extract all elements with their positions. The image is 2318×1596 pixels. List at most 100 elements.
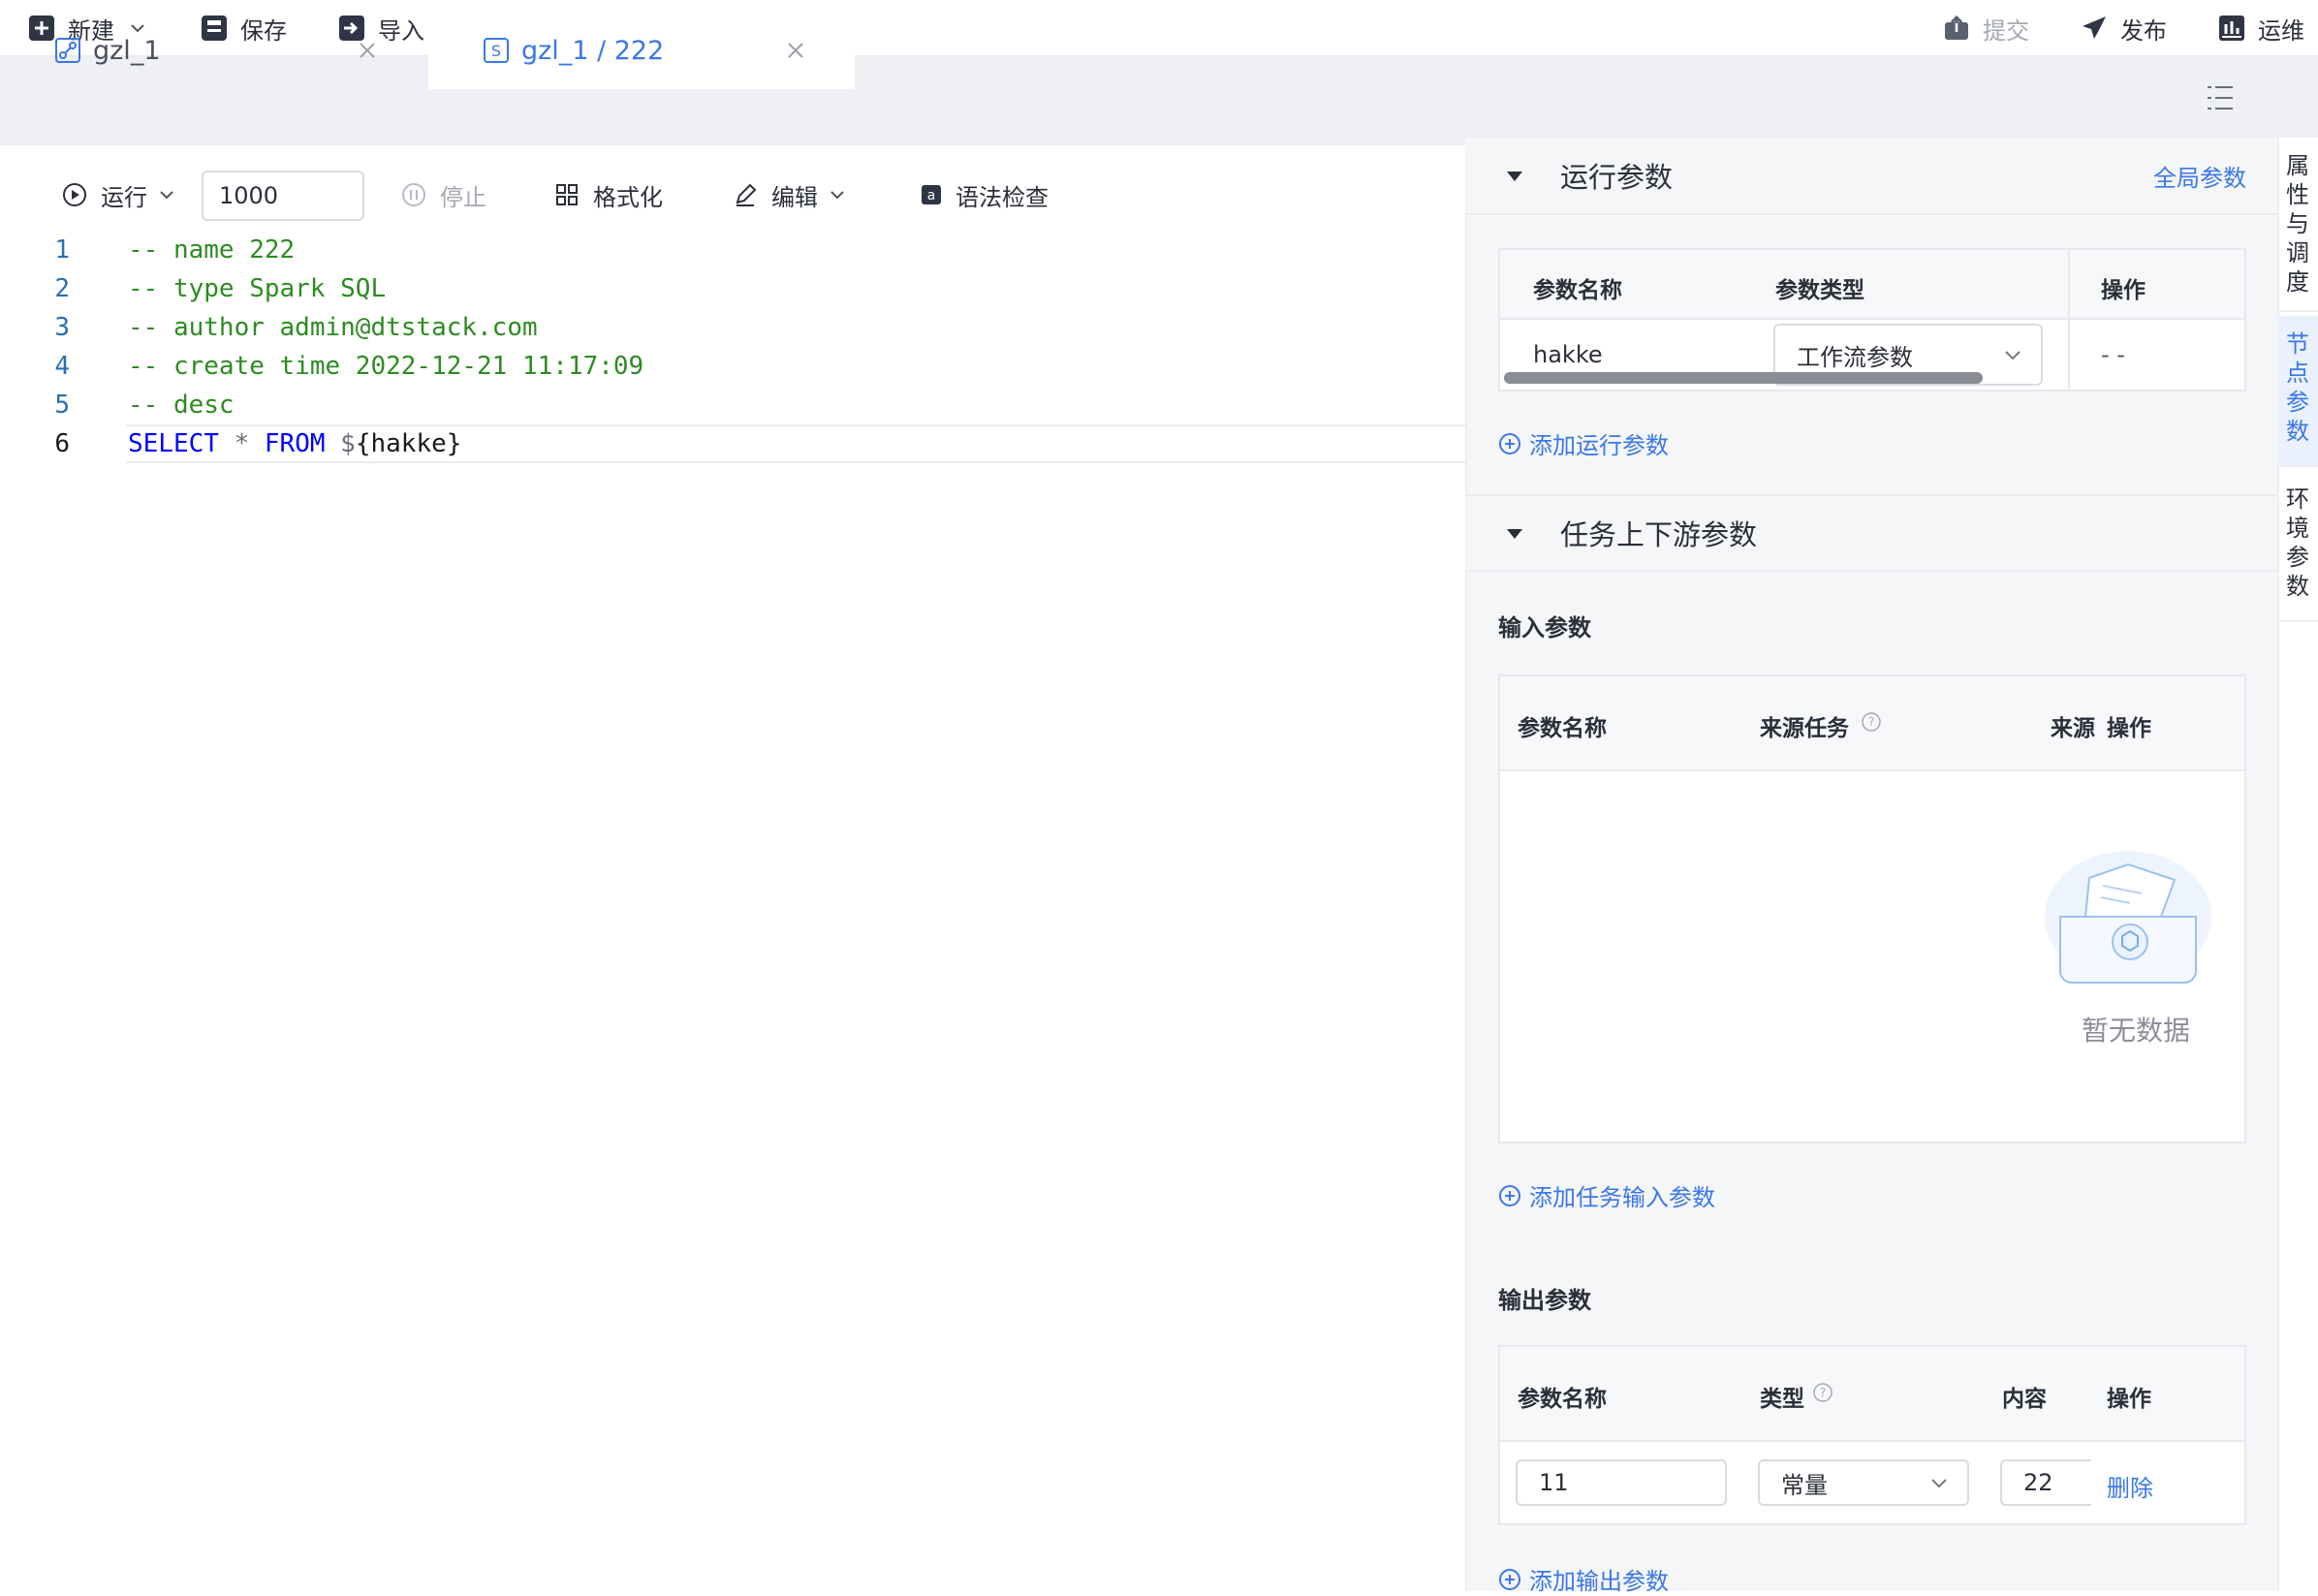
side-tab-label: 属性与调度 — [2286, 152, 2309, 296]
plus-circle-icon — [1499, 1568, 1520, 1590]
output-param-type-value: 常量 — [1781, 1471, 1828, 1499]
pause-circle-icon — [402, 183, 425, 206]
param-type-value: 工作流参数 — [1797, 343, 1913, 371]
output-param-type-select[interactable]: 常量 — [1758, 1459, 1969, 1506]
close-icon[interactable] — [357, 40, 378, 61]
svg-text:?: ? — [1868, 715, 1874, 729]
column-header: 类型 — [1760, 1387, 1804, 1412]
svg-text:S: S — [491, 42, 501, 60]
dashboard-icon — [2217, 14, 2246, 43]
add-input-param-button[interactable]: 添加任务输入参数 — [1498, 1178, 1715, 1212]
output-param-name-input[interactable]: 11 — [1516, 1459, 1727, 1506]
ops-button[interactable]: 运维 — [2217, 0, 2304, 56]
sql-keyword: SELECT — [128, 429, 219, 458]
stop-button[interactable]: 停止 — [401, 171, 486, 219]
syntax-check-icon: a — [922, 185, 941, 204]
close-icon[interactable] — [785, 40, 806, 61]
format-button[interactable]: 格式化 — [554, 171, 663, 219]
chevron-down-icon — [1931, 1479, 1947, 1488]
code-line[interactable]: 6 SELECT * FROM ${hakke} — [0, 424, 1465, 463]
global-params-link[interactable]: 全局参数 — [2153, 159, 2246, 193]
task-params-title: 任务上下游参数 — [1560, 518, 1758, 551]
line-number: 1 — [54, 235, 70, 265]
ops-label: 运维 — [2258, 16, 2304, 45]
code-text: -- type Spark SQL — [128, 274, 387, 303]
submit-button[interactable]: 提交 — [1942, 0, 2029, 56]
column-header: 操作 — [2107, 716, 2151, 741]
stop-label: 停止 — [440, 183, 486, 211]
code-line[interactable]: 3 -- author admin@dtstack.com — [0, 308, 1465, 347]
chevron-down-icon — [160, 191, 173, 200]
input-params-title: 输入参数 — [1498, 614, 1591, 642]
run-params-table: 参数名称 参数类型 操作 hakke 工作流参数 - - — [1498, 248, 2246, 391]
line-number: 3 — [54, 313, 70, 342]
sql-symbol: $ — [325, 429, 356, 458]
caret-down-icon — [1507, 529, 1522, 539]
code-line[interactable]: 4 -- create time 2022-12-21 11:17:09 — [0, 347, 1465, 386]
syntax-check-label: 语法检查 — [955, 183, 1049, 211]
tab-label: gzl_1 — [93, 35, 161, 66]
line-number: 4 — [54, 352, 70, 381]
edit-label: 编辑 — [771, 183, 818, 211]
empty-text: 暂无数据 — [2082, 1015, 2191, 1047]
row-limit-input[interactable]: 1000 — [202, 171, 364, 221]
column-header: 操作 — [2101, 278, 2146, 303]
run-button[interactable]: 运行 — [62, 171, 176, 219]
tab-sql[interactable]: S gzl_1 / 222 — [428, 12, 855, 89]
add-run-param-button[interactable]: 添加运行参数 — [1498, 426, 1669, 460]
edit-button[interactable]: 编辑 — [733, 171, 847, 219]
plus-circle-icon — [1499, 432, 1520, 454]
syntax-check-button[interactable]: a 语法检查 — [921, 171, 1049, 219]
workflow-icon — [55, 38, 80, 63]
run-params-header[interactable]: 运行参数 全局参数 — [1465, 138, 2277, 215]
column-header: 内容 — [2002, 1387, 2047, 1412]
horizontal-scrollbar[interactable] — [1504, 372, 1983, 384]
output-param-name-value: 11 — [1539, 1469, 1569, 1496]
list-menu-icon[interactable] — [2204, 81, 2237, 114]
side-tab-label: 节点参数 — [2286, 330, 2309, 445]
code-text: SELECT * FROM ${hakke} — [128, 429, 461, 458]
run-params-title: 运行参数 — [1560, 161, 1674, 194]
delete-link[interactable]: 删除 — [2107, 1469, 2153, 1503]
row-limit-value: 1000 — [219, 182, 279, 209]
output-param-content-input[interactable]: 22 — [2000, 1459, 2091, 1506]
tab-workflow[interactable]: gzl_1 — [0, 12, 426, 89]
line-number: 6 — [54, 429, 70, 458]
column-header: 参数类型 — [1775, 278, 1864, 303]
pencil-icon — [736, 183, 757, 206]
task-params-header[interactable]: 任务上下游参数 — [1465, 494, 2277, 572]
add-run-param-label: 添加运行参数 — [1529, 432, 1669, 459]
column-header: 参数名称 — [1533, 278, 1622, 303]
code-text: -- create time 2022-12-21 11:17:09 — [128, 352, 644, 381]
output-param-content-value: 22 — [2023, 1469, 2053, 1496]
side-tab-properties[interactable]: 属性与调度 — [2277, 145, 2318, 312]
sql-file-icon: S — [484, 38, 509, 63]
input-params-table: 参数名称 来源任务 ? 来源 操作 暂无数据 — [1498, 674, 2246, 1143]
question-circle-icon[interactable]: ? — [1812, 1382, 1833, 1403]
question-circle-icon[interactable]: ? — [1861, 711, 1882, 733]
side-tab-label: 环境参数 — [2286, 485, 2309, 600]
submit-label: 提交 — [1983, 16, 2029, 45]
add-input-param-label: 添加任务输入参数 — [1529, 1184, 1715, 1211]
sql-operator: * — [218, 429, 265, 458]
column-header: 参数名称 — [1518, 716, 1607, 741]
side-tab-env-params[interactable]: 环境参数 — [2277, 471, 2318, 622]
side-tab-node-params[interactable]: 节点参数 — [2277, 316, 2318, 467]
tab-label: gzl_1 / 222 — [521, 35, 665, 66]
format-label: 格式化 — [593, 183, 663, 211]
upload-icon — [1942, 14, 1971, 43]
operation-cell: - - — [2101, 341, 2125, 368]
column-header: 操作 — [2107, 1387, 2151, 1412]
chevron-down-icon — [2005, 351, 2020, 360]
code-line[interactable]: 1 -- name 222 — [0, 231, 1465, 269]
line-number: 5 — [54, 391, 70, 420]
publish-button[interactable]: 发布 — [2080, 0, 2167, 56]
code-text: -- desc — [128, 391, 235, 420]
sql-variable: {hakke} — [355, 429, 462, 458]
code-line[interactable]: 2 -- type Spark SQL — [0, 269, 1465, 308]
code-text: -- author admin@dtstack.com — [128, 313, 538, 342]
output-params-table: 参数名称 类型 ? 内容 操作 11 常量 22 删除 — [1498, 1345, 2246, 1525]
paper-plane-icon — [2080, 14, 2109, 43]
code-line[interactable]: 5 -- desc — [0, 386, 1465, 424]
column-divider — [2068, 250, 2070, 390]
